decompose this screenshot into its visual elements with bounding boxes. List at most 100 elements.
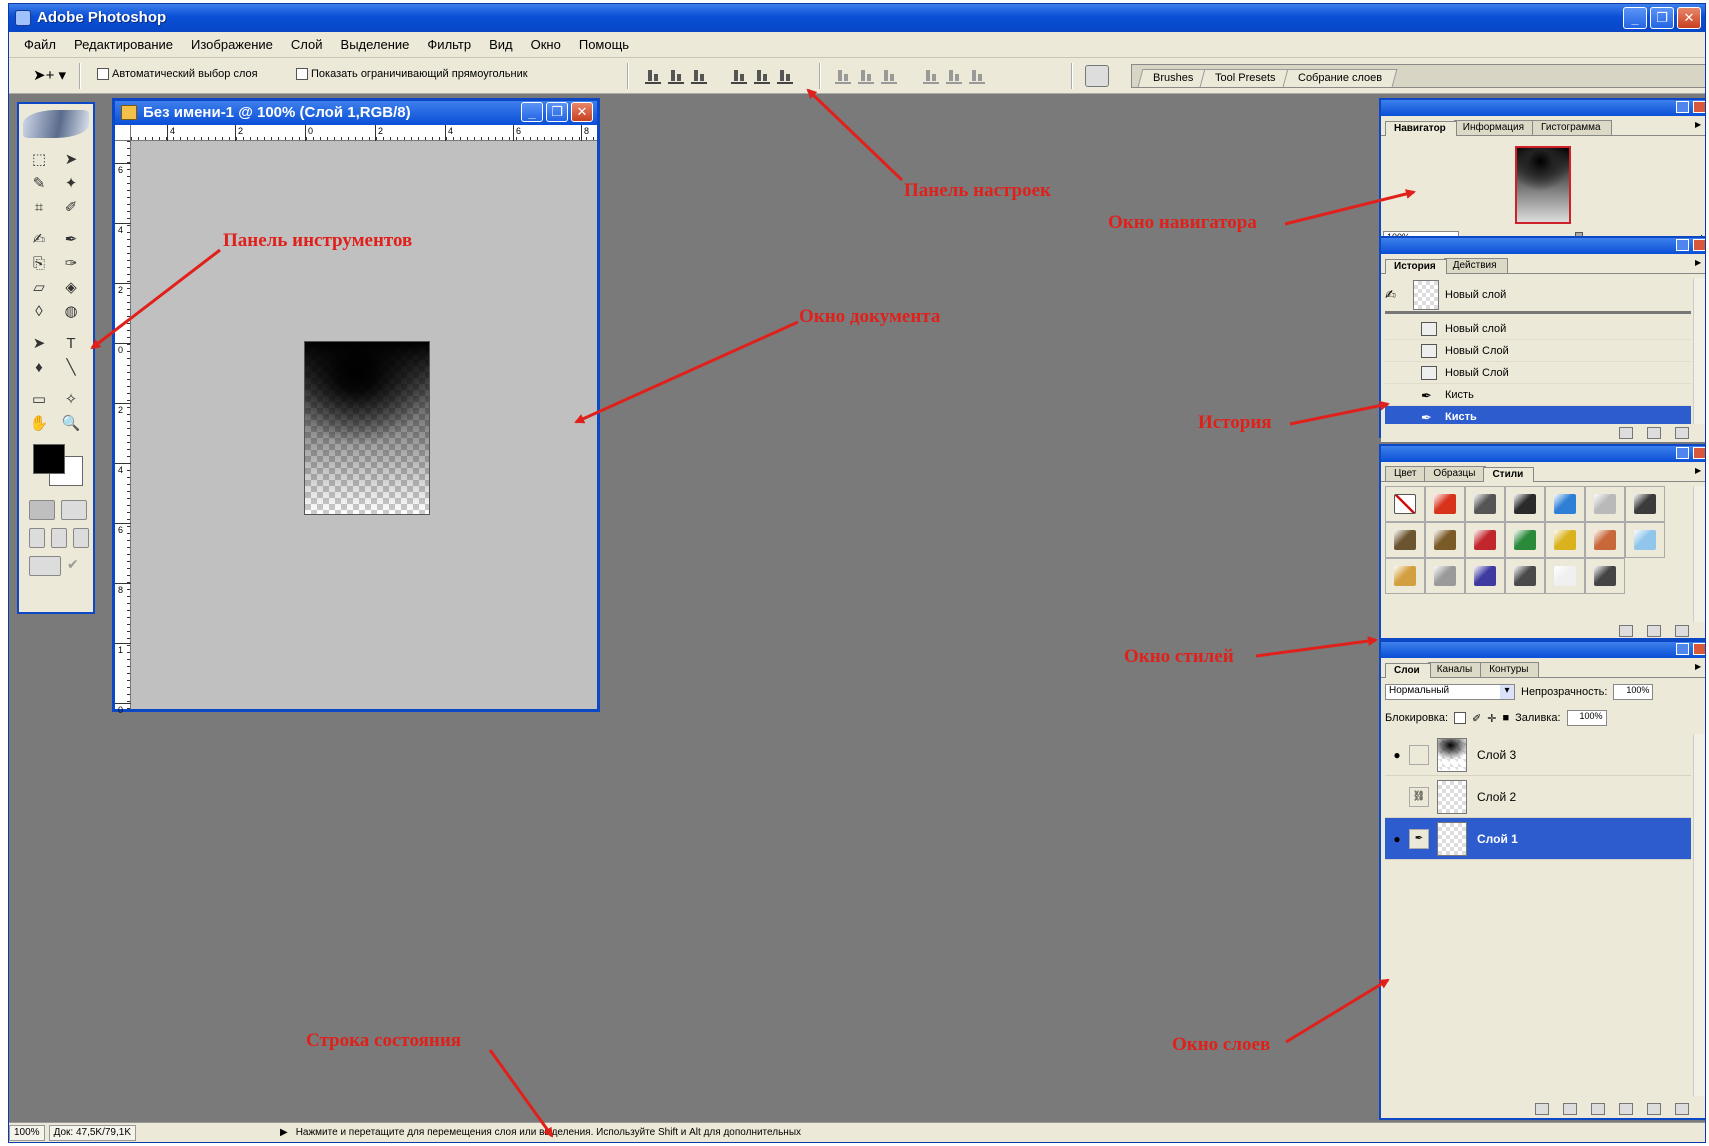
menu-layer[interactable]: Слой [282,37,332,52]
foreground-color[interactable] [33,444,65,474]
slice-tool-icon[interactable]: ✐ [57,196,85,218]
eye-icon[interactable]: ● [1385,832,1409,846]
history-item[interactable]: ✒ Кисть [1385,384,1691,406]
distribute-top-icon[interactable] [835,68,851,84]
lock-position-icon[interactable]: ✛ [1487,712,1496,725]
distribute-center-icon[interactable] [858,68,874,84]
style-swatch[interactable] [1545,558,1585,594]
standard-mode-button[interactable] [29,500,55,520]
close-button[interactable]: ✕ [1677,7,1701,29]
minimize-button[interactable]: _ [1623,7,1647,29]
jump-to-imageready-button[interactable] [29,556,61,576]
tab-histogram[interactable]: Гистограмма [1532,120,1612,135]
style-swatch[interactable] [1585,486,1625,522]
status-doc-size[interactable]: Док: 47,5K/79,1K [48,1124,136,1141]
layer-row[interactable]: ⛓ Слой 2 [1385,776,1691,818]
align-bottom-icon[interactable] [691,68,707,84]
clone-stamp-tool-icon[interactable]: ⎘ [25,252,53,274]
checkmark-icon[interactable]: ✔ [67,556,85,576]
tab-color[interactable]: Цвет [1385,466,1428,481]
new-snapshot-icon[interactable] [1647,427,1661,439]
full-screen-mode-button[interactable] [73,528,89,548]
move-tool-icon[interactable]: ➤ [57,148,85,170]
history-snapshot[interactable]: ✍ Новый слой [1385,278,1691,314]
magic-wand-tool-icon[interactable]: ✦ [57,172,85,194]
eyedropper-tool-icon[interactable]: ✧ [57,388,85,410]
distribute-bottom-icon[interactable] [881,68,897,84]
distribute-right-icon[interactable] [969,68,985,84]
style-swatch[interactable] [1465,486,1505,522]
palette-well-tab-layer-comps[interactable]: Собрание слоев [1282,69,1398,87]
paint-bucket-tool-icon[interactable]: ◈ [57,276,85,298]
layers-scrollbar[interactable] [1693,734,1705,1096]
tab-channels[interactable]: Каналы [1427,662,1484,677]
menu-view[interactable]: Вид [480,37,522,52]
palette-minimize-button[interactable] [1676,239,1689,251]
status-zoom-field[interactable]: 100% [9,1124,45,1141]
history-item[interactable]: Новый Слой [1385,340,1691,362]
palette-menu-arrow-icon[interactable]: ▶ [1695,258,1705,268]
navigator-thumbnail[interactable] [1515,146,1571,224]
layer-row-active[interactable]: ● ✒ Слой 1 [1385,818,1691,860]
menu-select[interactable]: Выделение [332,37,419,52]
document-close-button[interactable]: ✕ [571,102,593,122]
menu-window[interactable]: Окно [522,37,570,52]
document-title-bar[interactable]: Без имени-1 @ 100% (Слой 1,RGB/8) _ ❐ ✕ [115,101,597,125]
layer-link-box[interactable] [1409,744,1429,765]
line-tool-icon[interactable]: ╲ [57,356,85,378]
opacity-field[interactable]: 100% [1613,684,1654,700]
image-canvas[interactable] [304,341,430,515]
style-swatch[interactable] [1425,522,1465,558]
menu-file[interactable]: Файл [15,37,65,52]
fill-field[interactable]: 100% [1566,710,1607,726]
style-swatch[interactable] [1625,486,1665,522]
align-vertical-center-icon[interactable] [668,68,684,84]
style-swatch[interactable] [1425,558,1465,594]
palette-close-button[interactable] [1693,643,1705,655]
full-screen-menu-mode-button[interactable] [51,528,67,548]
palette-menu-arrow-icon[interactable]: ▶ [1695,466,1705,476]
layer-row[interactable]: ● Слой 3 [1385,734,1691,776]
history-item[interactable]: Новый Слой [1385,362,1691,384]
history-scrollbar[interactable] [1693,278,1705,430]
style-swatch[interactable] [1505,522,1545,558]
styles-scrollbar[interactable] [1693,486,1705,622]
status-menu-arrow-icon[interactable]: ▶ [280,1127,288,1138]
document-restore-button[interactable]: ❐ [546,102,568,122]
lasso-tool-icon[interactable]: ✎ [25,172,53,194]
align-horizontal-center-icon[interactable] [754,68,770,84]
auto-select-layer-checkbox[interactable]: Автоматический выбор слоя [97,68,258,80]
style-swatch[interactable] [1505,486,1545,522]
palette-close-button[interactable] [1693,239,1705,251]
lock-all-icon[interactable]: ■ [1502,712,1509,724]
layer-link-icon[interactable]: ⛓ [1409,786,1429,807]
palette-title-bar[interactable] [1381,642,1705,658]
new-document-from-state-icon[interactable] [1619,427,1633,439]
clear-style-icon[interactable] [1619,625,1633,637]
hand-tool-icon[interactable]: ✋ [25,412,53,434]
align-top-icon[interactable] [645,68,661,84]
file-browser-icon[interactable] [1085,65,1109,87]
style-swatch[interactable] [1505,558,1545,594]
path-selection-tool-icon[interactable]: ➤ [25,332,53,354]
distribute-left-icon[interactable] [923,68,939,84]
tab-actions[interactable]: Действия [1443,258,1508,273]
crop-tool-icon[interactable]: ⌗ [25,196,53,218]
palette-close-button[interactable] [1693,101,1705,113]
tab-styles[interactable]: Стили [1483,467,1535,482]
tab-swatches[interactable]: Образцы [1424,466,1487,481]
layer-brush-icon[interactable]: ✒ [1409,828,1429,849]
tab-navigator[interactable]: Навигатор [1385,121,1457,136]
photoshop-feather-logo[interactable] [23,110,89,138]
menu-edit[interactable]: Редактирование [65,37,182,52]
document-minimize-button[interactable]: _ [521,102,543,122]
menu-image[interactable]: Изображение [182,37,282,52]
style-swatch[interactable] [1425,486,1465,522]
style-swatch[interactable] [1585,522,1625,558]
palette-minimize-button[interactable] [1676,101,1689,113]
style-swatch[interactable] [1545,486,1585,522]
style-swatch[interactable] [1465,558,1505,594]
delete-style-icon[interactable] [1675,625,1689,637]
style-swatch[interactable] [1545,522,1585,558]
checkbox-box[interactable] [97,68,109,80]
